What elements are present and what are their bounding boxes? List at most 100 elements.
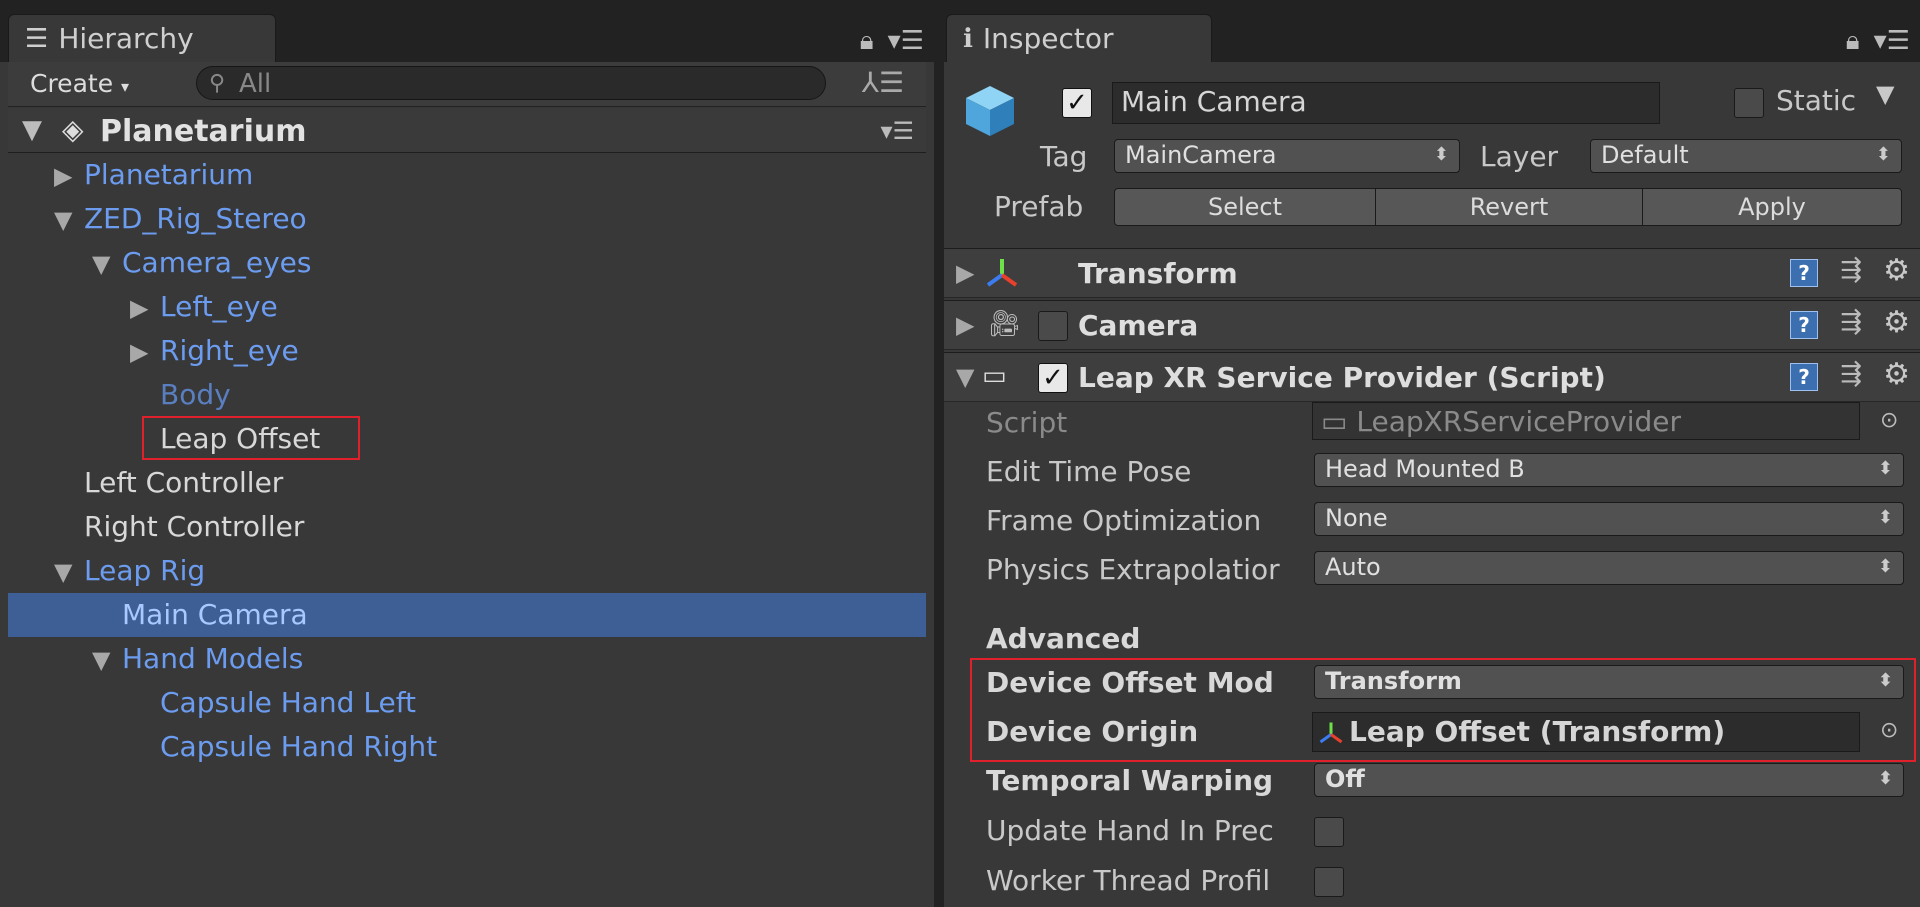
hierarchy-item[interactable]: Capsule Hand Right bbox=[8, 725, 926, 769]
tag-dropdown[interactable]: MainCamera ⬍ bbox=[1114, 139, 1460, 173]
expand-arrow-icon[interactable]: ▼ bbox=[956, 363, 974, 391]
gear-icon[interactable]: ⚙ bbox=[1883, 357, 1910, 392]
hierarchy-item[interactable]: ▶ Right_eye bbox=[8, 329, 926, 373]
scene-menu-icon[interactable]: ▾☰ bbox=[880, 117, 914, 145]
hierarchy-item[interactable]: ▼ Leap Rig bbox=[8, 549, 926, 593]
physics-extrapolation-value: Auto bbox=[1325, 553, 1381, 581]
transform-axes-icon bbox=[986, 259, 1018, 287]
camera-enabled-checkbox[interactable] bbox=[1038, 311, 1068, 341]
hierarchy-item-label: Camera_eyes bbox=[122, 246, 312, 279]
search-placeholder: All bbox=[239, 69, 272, 99]
object-picker-icon[interactable]: ⊙ bbox=[1880, 408, 1898, 433]
layer-value: Default bbox=[1601, 141, 1689, 169]
frame-optimization-value: None bbox=[1325, 504, 1388, 532]
expand-arrow-icon[interactable]: ▶ bbox=[956, 259, 974, 287]
highlight-device-settings bbox=[970, 658, 1916, 762]
script-icon: ▭ bbox=[1321, 405, 1348, 438]
preset-icon[interactable]: ⇶ bbox=[1840, 307, 1862, 337]
hierarchy-item[interactable]: ▶ Left_eye bbox=[8, 285, 926, 329]
gear-icon[interactable]: ⚙ bbox=[1883, 305, 1910, 340]
frame-optimization-dropdown[interactable]: None ⬍ bbox=[1314, 502, 1904, 536]
tab-hierarchy[interactable]: ☰ Hierarchy bbox=[8, 14, 276, 62]
hierarchy-toolbar: Create ▾ ⚲ All ⅄☰ bbox=[8, 62, 926, 107]
panel-menu-icon[interactable]: ▾☰ bbox=[888, 26, 924, 57]
hierarchy-item-label: Leap Rig bbox=[84, 554, 206, 587]
hierarchy-item[interactable]: Main Camera bbox=[8, 593, 926, 637]
panel-menu-icon[interactable]: ▾☰ bbox=[1874, 26, 1910, 57]
hierarchy-item[interactable]: ▼ Camera_eyes bbox=[8, 241, 926, 285]
static-checkbox[interactable] bbox=[1734, 88, 1764, 118]
highlight-leap-offset bbox=[142, 416, 360, 460]
hierarchy-item[interactable]: Body bbox=[8, 373, 926, 417]
script-icon: ▭ bbox=[982, 361, 1007, 391]
search-input[interactable]: ⚲ All bbox=[196, 66, 826, 100]
object-name-field[interactable]: Main Camera bbox=[1112, 82, 1660, 124]
component-camera-header[interactable]: ▶ 🎥︎ Camera ? ⇶ ⚙ bbox=[944, 300, 1920, 350]
edit-time-pose-value: Head Mounted B bbox=[1325, 455, 1525, 483]
expand-arrow-icon[interactable]: ▶ bbox=[956, 311, 974, 339]
layer-label: Layer bbox=[1480, 140, 1559, 173]
tab-inspector-label: Inspector bbox=[982, 22, 1114, 55]
expand-arrow-icon[interactable]: ▼ bbox=[54, 198, 84, 242]
tab-inspector[interactable]: ℹ Inspector bbox=[946, 14, 1212, 62]
worker-thread-checkbox[interactable] bbox=[1314, 867, 1344, 897]
expand-arrow-icon[interactable]: ▶ bbox=[130, 330, 160, 374]
scene-header[interactable]: ▼ ◈ Planetarium ▾☰ bbox=[8, 109, 926, 153]
expand-arrow-icon[interactable]: ▶ bbox=[54, 154, 84, 198]
update-hand-checkbox[interactable] bbox=[1314, 817, 1344, 847]
preset-icon[interactable]: ⇶ bbox=[1840, 359, 1862, 389]
hierarchy-item[interactable]: ▼ Hand Models bbox=[8, 637, 926, 681]
hierarchy-item[interactable]: ▶ Planetarium bbox=[8, 153, 926, 197]
layer-dropdown[interactable]: Default ⬍ bbox=[1590, 139, 1902, 173]
help-icon[interactable]: ? bbox=[1790, 311, 1818, 339]
frame-optimization-label: Frame Optimization bbox=[986, 504, 1262, 537]
static-dropdown-icon[interactable]: ▼ bbox=[1876, 80, 1894, 108]
updown-arrow-icon: ⬍ bbox=[1877, 556, 1893, 577]
hierarchy-item-label: Capsule Hand Left bbox=[160, 686, 417, 719]
static-label: Static bbox=[1776, 84, 1857, 117]
worker-thread-label: Worker Thread Profil bbox=[986, 864, 1271, 897]
hierarchy-item-label: Hand Models bbox=[122, 642, 304, 675]
tag-value: MainCamera bbox=[1125, 141, 1277, 169]
temporal-warping-dropdown[interactable]: Off ⬍ bbox=[1314, 763, 1904, 797]
component-title: Leap XR Service Provider (Script) bbox=[1078, 361, 1606, 394]
prefab-revert-button[interactable]: Revert bbox=[1375, 188, 1643, 226]
prefab-label: Prefab bbox=[994, 190, 1084, 223]
lock-icon[interactable]: 🔒︎ bbox=[860, 26, 874, 57]
expand-arrow-icon[interactable]: ▼ bbox=[92, 638, 122, 682]
prefab-apply-button[interactable]: Apply bbox=[1642, 188, 1902, 226]
leap-enabled-checkbox[interactable]: ✓ bbox=[1038, 363, 1068, 393]
prefab-select-button[interactable]: Select bbox=[1114, 188, 1376, 226]
filter-icon[interactable]: ⅄☰ bbox=[862, 66, 904, 99]
hierarchy-item-label: Left_eye bbox=[160, 290, 278, 323]
update-hand-label: Update Hand In Prec bbox=[986, 814, 1274, 847]
script-field: ▭ LeapXRServiceProvider bbox=[1312, 402, 1860, 440]
component-transform-header[interactable]: ▶ Transform ? ⇶ ⚙ bbox=[944, 248, 1920, 298]
lock-icon[interactable]: 🔒︎ bbox=[1846, 26, 1860, 57]
physics-extrapolation-label: Physics Extrapolatior bbox=[986, 553, 1280, 586]
component-leap-header[interactable]: ▼ ▭ ✓ Leap XR Service Provider (Script) … bbox=[944, 352, 1920, 402]
hierarchy-item[interactable]: Right Controller bbox=[8, 505, 926, 549]
help-icon[interactable]: ? bbox=[1790, 363, 1818, 391]
gear-icon[interactable]: ⚙ bbox=[1883, 253, 1910, 288]
create-button[interactable]: Create ▾ bbox=[30, 68, 129, 100]
edit-time-pose-dropdown[interactable]: Head Mounted B ⬍ bbox=[1314, 453, 1904, 487]
hierarchy-item-label: Planetarium bbox=[84, 158, 254, 191]
hierarchy-item-label: Right_eye bbox=[160, 334, 299, 367]
active-checkbox[interactable]: ✓ bbox=[1062, 88, 1092, 118]
hierarchy-item[interactable]: ▼ ZED_Rig_Stereo bbox=[8, 197, 926, 241]
hierarchy-item-label: Body bbox=[160, 378, 231, 411]
help-icon[interactable]: ? bbox=[1790, 259, 1818, 287]
updown-arrow-icon: ⬍ bbox=[1875, 144, 1891, 165]
expand-arrow-icon[interactable]: ▶ bbox=[130, 286, 160, 330]
panel-splitter[interactable] bbox=[934, 0, 944, 907]
hierarchy-item-label: Left Controller bbox=[84, 466, 284, 499]
physics-extrapolation-dropdown[interactable]: Auto ⬍ bbox=[1314, 551, 1904, 585]
expand-arrow-icon[interactable]: ▼ bbox=[54, 550, 84, 594]
expand-arrow-icon[interactable]: ▼ bbox=[22, 115, 42, 145]
expand-arrow-icon[interactable]: ▼ bbox=[92, 242, 122, 286]
hierarchy-item[interactable]: Left Controller bbox=[8, 461, 926, 505]
preset-icon[interactable]: ⇶ bbox=[1840, 255, 1862, 285]
hierarchy-item-label: Right Controller bbox=[84, 510, 305, 543]
hierarchy-item[interactable]: Capsule Hand Left bbox=[8, 681, 926, 725]
